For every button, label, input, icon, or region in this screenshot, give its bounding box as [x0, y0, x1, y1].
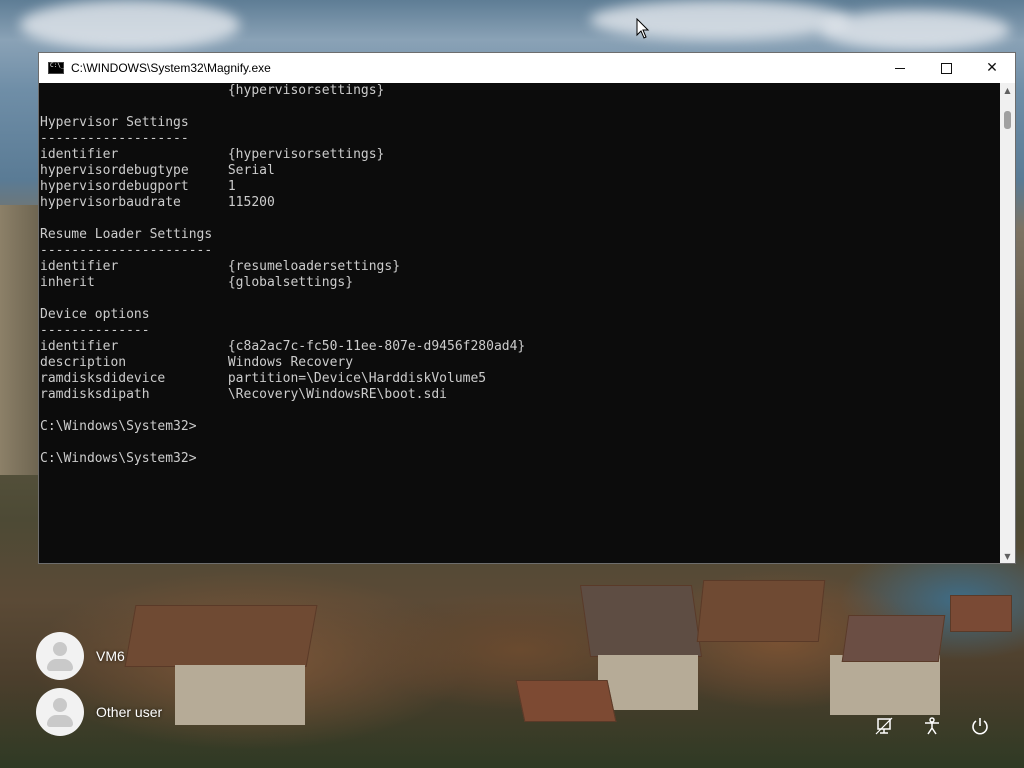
- power-icon: [972, 718, 988, 735]
- user-name: Other user: [96, 704, 163, 720]
- avatar: [36, 632, 84, 680]
- wall-scenery: [598, 655, 698, 710]
- user-name: VM6: [96, 648, 125, 664]
- title-bar[interactable]: C:\WINDOWS\System32\Magnify.exe ✕: [39, 53, 1015, 83]
- window-controls: ✕: [877, 53, 1015, 83]
- vertical-scrollbar[interactable]: ▲ ▼: [1000, 83, 1015, 563]
- user-body-icon: [47, 715, 73, 727]
- roof-scenery: [579, 585, 703, 657]
- maximize-icon: [940, 62, 952, 74]
- close-button[interactable]: ✕: [969, 53, 1015, 83]
- console-text: {hypervisorsettings} Hypervisor Settings…: [40, 83, 526, 466]
- user-tile-vm6[interactable]: VM6: [36, 632, 125, 680]
- console-app-icon: [48, 62, 64, 74]
- accessibility-icon: [925, 717, 939, 735]
- close-icon: ✕: [986, 60, 998, 76]
- user-body-icon: [47, 659, 73, 671]
- roof-scenery: [696, 580, 826, 642]
- roof-scenery: [124, 605, 318, 667]
- user-head-icon: [53, 642, 67, 656]
- cliff-scenery: [0, 205, 40, 475]
- avatar: [36, 688, 84, 736]
- mouse-cursor-icon: [636, 18, 650, 39]
- maximize-button[interactable]: [923, 53, 969, 83]
- roof-scenery: [950, 595, 1012, 632]
- power-button[interactable]: [966, 712, 994, 740]
- scroll-up-arrow-icon[interactable]: ▲: [1000, 83, 1015, 97]
- minimize-icon: [895, 67, 905, 69]
- scroll-thumb[interactable]: [1004, 111, 1011, 129]
- console-window[interactable]: C:\WINDOWS\System32\Magnify.exe ✕ {hyper…: [38, 52, 1016, 564]
- network-button[interactable]: [870, 712, 898, 740]
- wall-scenery: [830, 655, 940, 715]
- network-icon: [875, 717, 893, 735]
- cloud: [590, 0, 850, 40]
- scroll-down-arrow-icon[interactable]: ▼: [1000, 549, 1015, 563]
- roof-scenery: [841, 615, 946, 662]
- window-title: C:\WINDOWS\System32\Magnify.exe: [71, 61, 271, 75]
- accessibility-button[interactable]: [918, 712, 946, 740]
- console-output[interactable]: {hypervisorsettings} Hypervisor Settings…: [39, 83, 1001, 563]
- minimize-button[interactable]: [877, 53, 923, 83]
- cloud: [820, 10, 1010, 50]
- user-tile-other-user[interactable]: Other user: [36, 688, 162, 736]
- roof-scenery: [515, 680, 617, 722]
- user-head-icon: [53, 698, 67, 712]
- cloud: [20, 0, 240, 50]
- wall-scenery: [175, 665, 305, 725]
